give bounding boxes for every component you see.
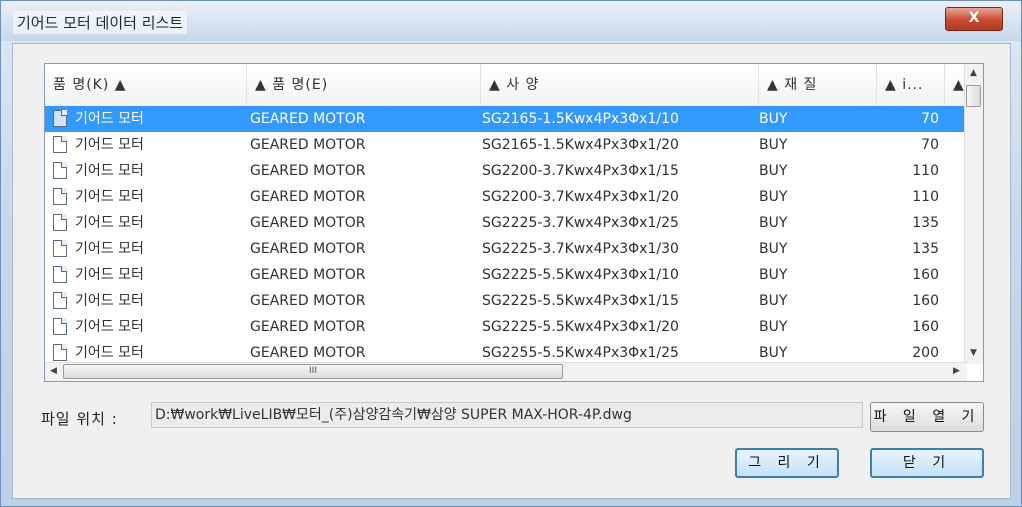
close-button[interactable]: 닫 기 xyxy=(870,448,984,478)
list-cell: GEARED MOTOR xyxy=(250,215,366,231)
title-bar: 기어드 모터 데이터 리스트 X xyxy=(1,1,1021,41)
document-icon xyxy=(53,266,67,283)
list-header: 품 명(K) ▲ ▲ 품 명(E) ▲ 사 양 ▲ 재 질 ▲ i... ▲ xyxy=(45,64,983,107)
list-cell: SG2225-5.5Kwx4Px3Φx1/20 xyxy=(482,319,679,335)
list-cell: 기어드 모터 xyxy=(75,163,144,179)
list-cell: 160 xyxy=(912,319,939,335)
list-cell: 기어드 모터 xyxy=(75,241,144,257)
document-icon xyxy=(53,162,67,179)
list-cell: BUY xyxy=(759,241,788,257)
list-item[interactable]: 기어드 모터 GEARED MOTOR SG2225-5.5Kwx4Px3Φx1/1… xyxy=(45,288,967,314)
horizontal-scroll-thumb[interactable]: III xyxy=(63,364,563,379)
scroll-grip-icon: III xyxy=(309,366,317,376)
document-icon xyxy=(53,214,67,231)
list-cell: BUY xyxy=(759,189,788,205)
document-icon xyxy=(53,188,67,205)
list-cell: 기어드 모터 xyxy=(75,293,144,309)
document-icon xyxy=(53,240,67,257)
dialog-body: 품 명(K) ▲ ▲ 품 명(E) ▲ 사 양 ▲ 재 질 ▲ i... ▲ 기어드 모터… xyxy=(12,43,1011,499)
list-cell: BUY xyxy=(759,137,788,153)
document-icon xyxy=(53,110,67,127)
list-cell: SG2225-3.7Kwx4Px3Φx1/25 xyxy=(482,215,679,231)
draw-button[interactable]: 그 리 기 xyxy=(735,448,839,478)
document-icon xyxy=(53,318,67,335)
list-cell: SG2200-3.7Kwx4Px3Φx1/15 xyxy=(482,163,679,179)
list-cell: 135 xyxy=(912,215,939,231)
list-cell: SG2225-3.7Kwx4Px3Φx1/30 xyxy=(482,241,679,257)
scroll-right-icon[interactable]: ▶ xyxy=(953,366,960,376)
vertical-scroll-thumb[interactable] xyxy=(966,85,981,107)
open-file-button[interactable]: 파 일 열 기 xyxy=(870,402,984,432)
list-cell: 160 xyxy=(912,267,939,283)
scroll-down-icon[interactable]: ▼ xyxy=(970,348,977,358)
list-cell: SG2225-5.5Kwx4Px3Φx1/10 xyxy=(482,267,679,283)
motor-list[interactable]: 품 명(K) ▲ ▲ 품 명(E) ▲ 사 양 ▲ 재 질 ▲ i... ▲ 기어드 모터… xyxy=(44,63,984,382)
column-header[interactable]: ▲ 재 질 xyxy=(759,64,877,106)
list-item[interactable]: 기어드 모터 GEARED MOTOR SG2165-1.5Kwx4Px3Φx1/1… xyxy=(45,106,967,132)
column-header[interactable]: ▲ i... xyxy=(877,64,945,106)
scroll-up-icon[interactable]: ▲ xyxy=(970,68,977,78)
list-cell: GEARED MOTOR xyxy=(250,163,366,179)
list-cell: 기어드 모터 xyxy=(75,111,144,127)
list-cell: 기어드 모터 xyxy=(75,137,144,153)
list-cell: BUY xyxy=(759,293,788,309)
list-cell: SG2165-1.5Kwx4Px3Φx1/10 xyxy=(482,111,679,127)
document-icon xyxy=(53,344,67,361)
list-cell: 70 xyxy=(921,111,939,127)
dialog-window: 기어드 모터 데이터 리스트 X 품 명(K) ▲ ▲ 품 명(E) ▲ 사 양 ▲ … xyxy=(0,0,1022,507)
list-cell: GEARED MOTOR xyxy=(250,319,366,335)
list-cell: BUY xyxy=(759,319,788,335)
list-item[interactable]: 기어드 모터 GEARED MOTOR SG2225-3.7Kwx4Px3Φx1/2… xyxy=(45,210,967,236)
list-cell: BUY xyxy=(759,267,788,283)
list-cell: GEARED MOTOR xyxy=(250,189,366,205)
list-item[interactable]: 기어드 모터 GEARED MOTOR SG2200-3.7Kwx4Px3Φx1/2… xyxy=(45,184,967,210)
list-cell: 135 xyxy=(912,241,939,257)
list-cell: 기어드 모터 xyxy=(75,215,144,231)
list-item[interactable]: 기어드 모터 GEARED MOTOR SG2225-3.7Kwx4Px3Φx1/3… xyxy=(45,236,967,262)
column-header[interactable]: ▲ 품 명(E) xyxy=(247,64,481,106)
close-window-button[interactable]: X xyxy=(945,7,1003,31)
list-cell: 70 xyxy=(921,137,939,153)
list-cell: SG2225-5.5Kwx4Px3Φx1/15 xyxy=(482,293,679,309)
list-cell: 160 xyxy=(912,293,939,309)
scroll-left-icon[interactable]: ◀ xyxy=(50,366,57,376)
list-cell: 110 xyxy=(912,163,939,179)
list-cell: 110 xyxy=(912,189,939,205)
horizontal-scrollbar[interactable]: ◀ III ▶ xyxy=(45,362,967,381)
list-item[interactable]: 기어드 모터 GEARED MOTOR SG2200-3.7Kwx4Px3Φx1/1… xyxy=(45,158,967,184)
list-cell: 기어드 모터 xyxy=(75,189,144,205)
list-cell: GEARED MOTOR xyxy=(250,137,366,153)
column-header[interactable]: 품 명(K) ▲ xyxy=(45,64,247,106)
list-cell: BUY xyxy=(759,215,788,231)
list-cell: BUY xyxy=(759,111,788,127)
list-cell: 기어드 모터 xyxy=(75,319,144,335)
column-header[interactable]: ▲ 사 양 xyxy=(481,64,759,106)
file-path-field: D:₩work₩LiveLIB₩모터_(주)삼양감속기₩삼양 SUPER MAX… xyxy=(151,402,863,428)
list-cell: GEARED MOTOR xyxy=(250,267,366,283)
vertical-scrollbar[interactable]: ▲ ▼ xyxy=(964,64,983,364)
list-item[interactable]: 기어드 모터 GEARED MOTOR SG2165-1.5Kwx4Px3Φx1/2… xyxy=(45,132,967,158)
list-cell: GEARED MOTOR xyxy=(250,241,366,257)
list-cell: SG2200-3.7Kwx4Px3Φx1/20 xyxy=(482,189,679,205)
window-title: 기어드 모터 데이터 리스트 xyxy=(13,11,188,34)
list-cell: GEARED MOTOR xyxy=(250,293,366,309)
list-item[interactable]: 기어드 모터 GEARED MOTOR SG2225-5.5Kwx4Px3Φx1/2… xyxy=(45,314,967,340)
list-cell: BUY xyxy=(759,163,788,179)
file-location-label: 파일 위치 : xyxy=(41,410,118,428)
document-icon xyxy=(53,292,67,309)
document-icon xyxy=(53,136,67,153)
list-cell: SG2165-1.5Kwx4Px3Φx1/20 xyxy=(482,137,679,153)
list-cell: 기어드 모터 xyxy=(75,267,144,283)
list-item[interactable]: 기어드 모터 GEARED MOTOR SG2225-5.5Kwx4Px3Φx1/1… xyxy=(45,262,967,288)
list-cell: GEARED MOTOR xyxy=(250,111,366,127)
